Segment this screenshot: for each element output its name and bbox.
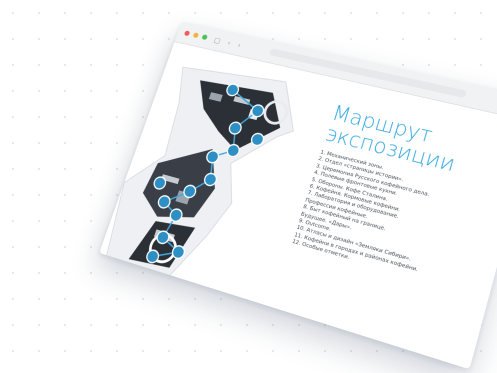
floor-plan-graphic: [99, 45, 332, 315]
route-panel: Маршрут экспозиции 1. Механический зоны.…: [291, 102, 497, 300]
browser-window: ▢ ‹ › + ⧉: [99, 21, 497, 370]
scene: ▢ ‹ › + ⧉: [0, 0, 497, 373]
exhibition-floor-plan[interactable]: [99, 45, 332, 315]
maximize-button[interactable]: [201, 34, 208, 41]
back-icon[interactable]: ‹: [227, 39, 232, 47]
minimize-button[interactable]: [192, 32, 200, 39]
forward-icon[interactable]: ›: [237, 41, 242, 49]
sidebar-icon[interactable]: ▢: [213, 36, 222, 45]
close-button[interactable]: [183, 30, 191, 37]
